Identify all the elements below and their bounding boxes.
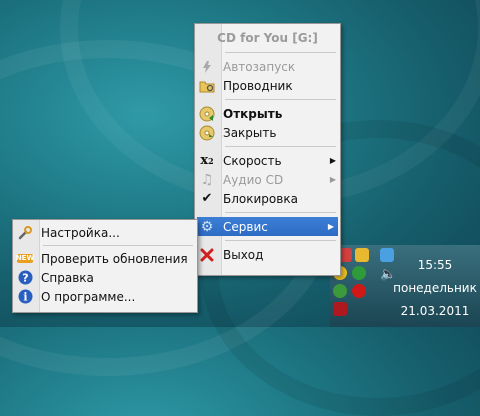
taskbar-clock[interactable]: 15:55 понедельник 21.03.2011 xyxy=(390,255,480,322)
gear-icon: ⚙ xyxy=(200,218,214,235)
menu-item-autorun[interactable]: Автозапуск xyxy=(195,57,340,76)
tray-kaspersky-icon[interactable] xyxy=(333,302,347,316)
menu-item-label: О программе... xyxy=(41,289,136,304)
menu-item-speed[interactable]: x2 Скорость ▶ xyxy=(195,151,340,170)
svg-text:?: ? xyxy=(22,272,28,285)
menu-item-open[interactable]: Открыть xyxy=(195,104,340,123)
menu-item-service[interactable]: ⚙ Сервис ▶ xyxy=(197,217,338,236)
menu-item-check-updates[interactable]: NEW Проверить обновления xyxy=(13,249,197,268)
tray-torrent-icon[interactable] xyxy=(333,284,347,298)
submenu-arrow-icon: ▶ xyxy=(329,156,337,165)
menu-item-settings[interactable]: Настройка... xyxy=(13,223,197,242)
menu-separator xyxy=(43,245,193,246)
clock-day: понедельник xyxy=(393,281,477,295)
submenu-arrow-icon: ▶ xyxy=(327,222,335,231)
service-submenu: Настройка... NEW Проверить обновления ? … xyxy=(12,219,198,313)
cd-open-icon xyxy=(199,106,215,122)
autorun-icon xyxy=(199,59,215,75)
menu-item-label: Проверить обновления xyxy=(41,251,188,266)
speed-icon: x2 xyxy=(200,153,214,168)
audio-note-icon: ♫ xyxy=(200,171,214,188)
help-icon: ? xyxy=(17,270,33,286)
menu-item-about[interactable]: i О программе... xyxy=(13,287,197,306)
menu-item-label: Автозапуск xyxy=(223,59,296,74)
checkmark-icon: ✔ xyxy=(201,191,213,206)
menu-item-help[interactable]: ? Справка xyxy=(13,268,197,287)
new-badge-icon: NEW xyxy=(15,254,35,263)
clock-time: 15:55 xyxy=(417,258,453,272)
menu-item-label: Открыть xyxy=(223,106,283,121)
menu-item-label: Настройка... xyxy=(41,225,120,240)
tray-disc-icon[interactable] xyxy=(355,248,369,262)
menu-title: CD for You [G:] xyxy=(217,31,318,45)
menu-item-label: Справка xyxy=(41,270,94,285)
menu-item-label: Блокировка xyxy=(223,191,298,206)
menu-separator xyxy=(225,240,336,241)
wrench-icon xyxy=(17,225,33,241)
exit-x-icon xyxy=(199,247,215,263)
menu-item-close[interactable]: Закрыть xyxy=(195,123,340,142)
svg-text:i: i xyxy=(23,291,27,304)
explorer-folder-icon xyxy=(199,78,215,94)
menu-item-audio-cd[interactable]: ♫ Аудио CD ▶ xyxy=(195,170,340,189)
tray-h-icon[interactable] xyxy=(352,266,366,280)
main-context-menu: CD for You [G:] Автозапуск Проводник Отк… xyxy=(194,23,341,276)
tray-opera-icon[interactable] xyxy=(352,284,366,298)
cd-close-icon xyxy=(199,125,215,141)
menu-separator xyxy=(225,212,336,213)
clock-date: 21.03.2011 xyxy=(400,304,470,318)
info-icon: i xyxy=(17,289,33,305)
menu-item-label: Закрыть xyxy=(223,125,277,140)
menu-item-label: Сервис xyxy=(223,219,268,234)
menu-separator xyxy=(225,99,336,100)
menu-item-explorer[interactable]: Проводник xyxy=(195,76,340,95)
submenu-arrow-icon: ▶ xyxy=(329,175,337,184)
menu-separator xyxy=(225,52,336,53)
menu-item-exit[interactable]: Выход xyxy=(195,245,340,264)
menu-item-label: Выход xyxy=(223,247,264,262)
menu-item-lock[interactable]: ✔ Блокировка xyxy=(195,189,340,208)
menu-item-label: Скорость xyxy=(223,153,282,168)
menu-item-label: Проводник xyxy=(223,78,293,93)
menu-separator xyxy=(225,146,336,147)
menu-item-label: Аудио CD xyxy=(223,172,284,187)
